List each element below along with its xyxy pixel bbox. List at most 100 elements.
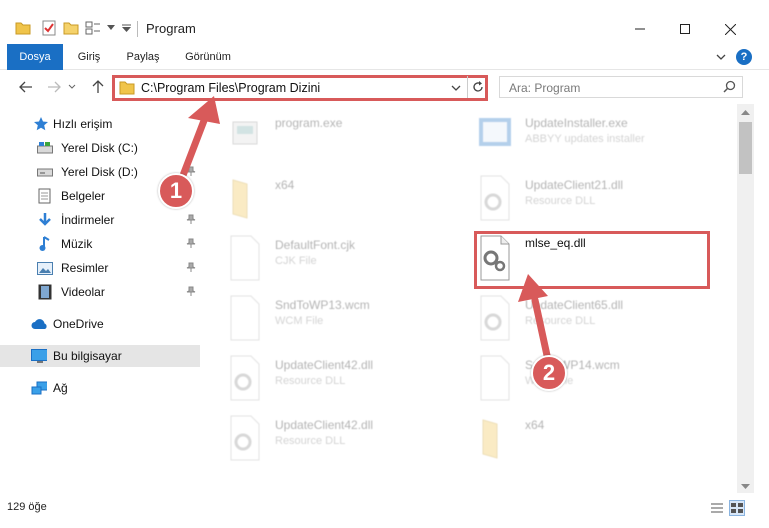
minimize-button[interactable] — [622, 16, 658, 42]
file-name: UpdateClient42.dll — [275, 418, 374, 432]
tab-home[interactable]: Giriş — [76, 44, 102, 70]
recent-locations-button[interactable] — [66, 77, 78, 97]
music-icon — [37, 236, 53, 252]
address-bar[interactable]: C:\Program Files\Program Dizini — [112, 75, 488, 101]
file-explorer-window: Program Dosya Giriş Paylaş Görünüm ? C:\… — [0, 0, 769, 528]
file-item[interactable]: SndToWP14.wcm WCM File — [455, 350, 705, 408]
properties-icon[interactable] — [40, 19, 58, 37]
star-icon — [33, 116, 49, 132]
file-item[interactable]: SndToWP13.wcm WCM File — [205, 290, 455, 348]
sidebar-item-network[interactable]: Ağ — [0, 377, 200, 399]
file-item[interactable]: UpdateInstaller.exe ABBYY updates instal… — [455, 108, 705, 166]
help-icon[interactable]: ? — [736, 49, 752, 65]
folder-icon[interactable] — [14, 19, 32, 37]
sidebar-item-videos[interactable]: Videolar — [0, 281, 200, 303]
dropdown-icon[interactable] — [106, 19, 116, 37]
video-icon — [37, 284, 53, 300]
refresh-button[interactable] — [467, 76, 487, 98]
cloud-icon — [31, 316, 47, 332]
file-list: program.exe UpdateInstaller.exe ABBYY up… — [205, 104, 737, 493]
file-icon — [230, 295, 260, 341]
file-name: UpdateClient21.dll — [525, 178, 624, 192]
file-item[interactable]: UpdateClient65.dll Resource DLL — [455, 290, 705, 348]
file-icon — [480, 355, 510, 401]
pin-icon[interactable] — [186, 213, 196, 227]
sidebar-item-label: Ağ — [53, 381, 68, 395]
file-item[interactable]: x64 — [455, 410, 705, 468]
layout-icon[interactable] — [84, 19, 102, 37]
forward-button[interactable] — [44, 77, 64, 97]
step-badge-2: 2 — [531, 355, 567, 391]
scroll-up-icon[interactable] — [741, 108, 750, 117]
sidebar-item-onedrive[interactable]: OneDrive — [0, 313, 200, 335]
pin-icon[interactable] — [186, 285, 196, 299]
file-type: WCM File — [275, 315, 324, 327]
quick-access-toolbar — [14, 17, 136, 39]
file-item[interactable]: program.exe — [205, 108, 455, 166]
sidebar-item-downloads[interactable]: İndirmeler — [0, 209, 200, 231]
drive-icon — [37, 140, 53, 156]
file-item[interactable]: UpdateClient42.dll Resource DLL — [205, 350, 455, 408]
tab-share[interactable]: Paylaş — [123, 44, 163, 70]
documents-icon — [37, 188, 53, 204]
search-box[interactable]: Ara: Program — [499, 76, 743, 98]
download-icon — [37, 212, 53, 228]
highlight-box — [474, 231, 710, 289]
file-name: DefaultFont.cjk — [275, 238, 356, 252]
customize-icon[interactable] — [120, 19, 132, 37]
title-bar: Program — [0, 0, 769, 44]
vertical-scrollbar[interactable] — [737, 104, 754, 493]
file-name: UpdateClient42.dll — [275, 358, 374, 372]
file-name: program.exe — [275, 116, 343, 130]
dll-icon — [230, 355, 260, 401]
sidebar-item-label: OneDrive — [53, 317, 104, 331]
sidebar-item-pictures[interactable]: Resimler — [0, 257, 200, 279]
file-name: UpdateClient65.dll — [525, 298, 624, 312]
expand-ribbon-icon[interactable] — [716, 50, 726, 64]
step-badge-1: 1 — [158, 173, 194, 209]
tiles-view-icon[interactable] — [729, 500, 745, 516]
file-item[interactable]: DefaultFont.cjk CJK File — [205, 230, 455, 288]
window-title: Program — [146, 21, 196, 36]
file-type: ABBYY updates installer — [525, 133, 645, 145]
file-type: Resource DLL — [525, 195, 596, 207]
sidebar-item-label: Videolar — [61, 285, 105, 299]
address-row: C:\Program Files\Program Dizini Ara: Pro… — [0, 70, 769, 104]
sidebar-item-label: Yerel Disk (D:) — [61, 165, 138, 179]
up-button[interactable] — [88, 77, 108, 97]
file-type: Resource DLL — [275, 435, 346, 447]
ribbon: Dosya Giriş Paylaş Görünüm ? — [0, 44, 769, 70]
maximize-button[interactable] — [667, 16, 703, 42]
dll-icon — [480, 175, 510, 221]
sidebar-item-music[interactable]: Müzik — [0, 233, 200, 255]
sidebar-item-quick-access[interactable]: Hızlı erişim — [0, 113, 200, 135]
close-button[interactable] — [712, 16, 748, 42]
file-name: x64 — [275, 178, 295, 192]
computer-icon — [31, 348, 47, 364]
search-icon[interactable] — [723, 80, 736, 96]
sidebar-item-label: Yerel Disk (C:) — [61, 141, 138, 155]
item-count: 129 öğe — [7, 501, 47, 513]
search-placeholder: Ara: Program — [509, 81, 581, 95]
file-item[interactable]: UpdateClient21.dll Resource DLL — [455, 170, 705, 228]
scrollbar-thumb[interactable] — [739, 122, 752, 174]
tab-view[interactable]: Görünüm — [182, 44, 234, 70]
file-item[interactable]: x64 — [205, 170, 455, 228]
address-path: C:\Program Files\Program Dizini — [141, 81, 321, 95]
pin-icon[interactable] — [186, 237, 196, 251]
file-type: Resource DLL — [525, 315, 596, 327]
file-item[interactable]: UpdateClient42.dll Resource DLL — [205, 410, 455, 468]
tab-file[interactable]: Dosya — [7, 44, 63, 70]
sidebar-item-disk-c[interactable]: Yerel Disk (C:) — [0, 137, 200, 159]
file-name: UpdateInstaller.exe — [525, 116, 628, 130]
address-dropdown-icon[interactable] — [451, 81, 461, 95]
pin-icon[interactable] — [186, 261, 196, 275]
scroll-down-icon[interactable] — [741, 482, 750, 491]
file-icon — [230, 235, 260, 281]
details-view-icon[interactable] — [709, 500, 725, 516]
back-button[interactable] — [16, 77, 36, 97]
exe-icon — [232, 121, 258, 145]
sidebar-item-label: Bu bilgisayar — [53, 349, 122, 363]
sidebar-item-this-pc[interactable]: Bu bilgisayar — [0, 345, 200, 367]
new-folder-icon[interactable] — [62, 19, 80, 37]
